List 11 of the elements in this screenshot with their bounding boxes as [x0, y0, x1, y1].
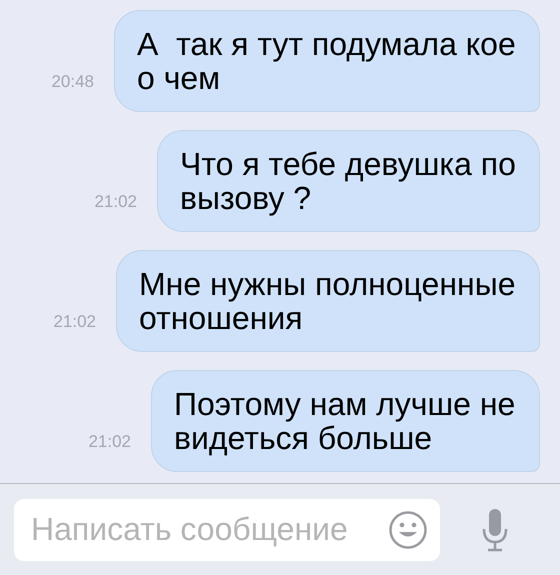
emoji-icon[interactable] [388, 510, 428, 550]
message-field[interactable]: Написать сообщение [14, 498, 440, 560]
message-bubble: Мне нужны полноценные отношения [116, 250, 540, 352]
microphone-icon[interactable] [480, 508, 510, 552]
message-bubble: Что я тебе девушка по вызову ? [157, 130, 540, 232]
message-bubble: А так я тут подумала кое о чем [114, 10, 540, 112]
message-time: 21:02 [94, 192, 137, 213]
message-time: 21:02 [88, 432, 131, 453]
message-time: 20:48 [51, 72, 94, 93]
message-bubble: Поэтому нам лучше не видеться больше [151, 370, 540, 472]
message-time: 21:02 [53, 312, 96, 333]
